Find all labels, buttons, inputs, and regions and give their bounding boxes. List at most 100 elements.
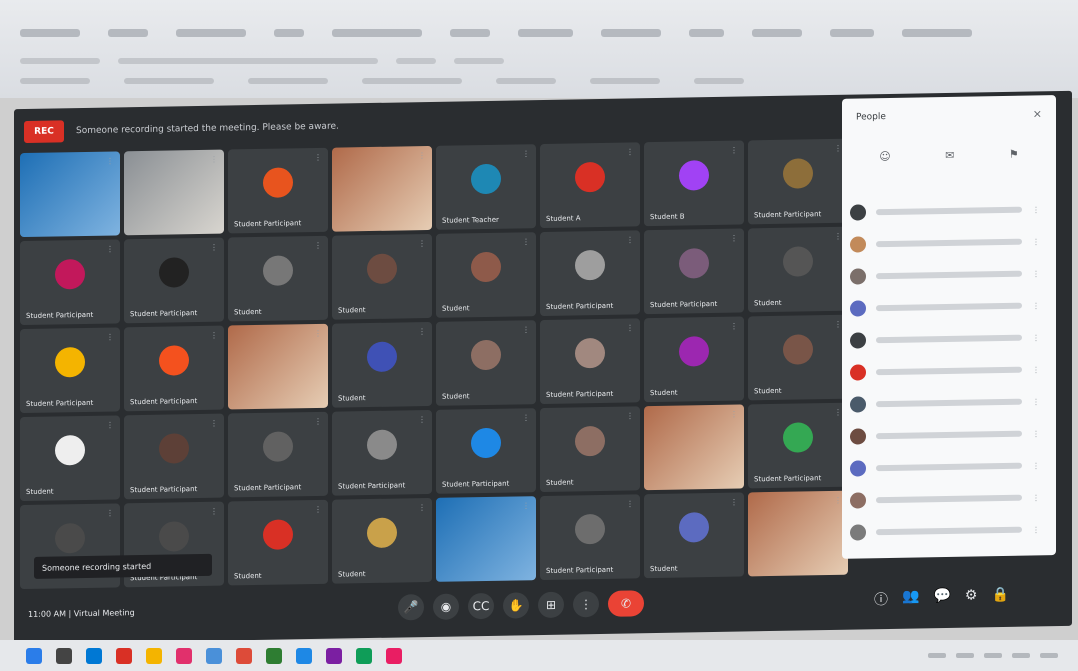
participant-row[interactable]: ⋮	[850, 321, 1048, 356]
participant-row[interactable]: ⋮	[850, 193, 1048, 228]
participant-tile[interactable]: ⋮ Student	[748, 226, 848, 313]
panel-tab[interactable]: ✉	[945, 149, 954, 162]
participant-row[interactable]: ⋮	[850, 385, 1048, 420]
more-icon[interactable]: ⋮	[1032, 397, 1040, 406]
participant-tile[interactable]: ⋮ Student Participant	[20, 239, 120, 326]
taskbar-app-icon[interactable]	[236, 647, 252, 664]
participant-row[interactable]: ⋮	[850, 225, 1048, 260]
mic-off-icon: ⋮	[210, 418, 218, 428]
present-button[interactable]: ⊞	[538, 591, 564, 619]
participant-tile[interactable]: ⋮	[644, 404, 744, 491]
participant-tile[interactable]: ⋮	[20, 151, 120, 238]
participant-tile[interactable]: ⋮	[124, 149, 224, 236]
raise-hand-button[interactable]: ✋	[503, 592, 529, 619]
taskbar-app-icon[interactable]	[146, 647, 162, 664]
participant-tile[interactable]: ⋮ Student	[436, 320, 536, 406]
participant-tile[interactable]: ⋮ Student	[540, 406, 640, 493]
host-controls-button[interactable]: 🔒	[991, 587, 1008, 607]
participant-tile[interactable]: ⋮	[228, 323, 328, 410]
taskbar-app-icon[interactable]	[86, 647, 102, 664]
taskbar-app-icon[interactable]	[326, 647, 342, 664]
avatar	[263, 254, 293, 286]
participant-name-placeholder	[876, 366, 1022, 376]
participant-row[interactable]: ⋮	[850, 353, 1048, 388]
taskbar-app-icon[interactable]	[386, 647, 402, 664]
participant-tile[interactable]: ⋮ Student Participant	[748, 138, 848, 225]
more-icon[interactable]: ⋮	[1032, 493, 1040, 502]
participant-tile[interactable]: ⋮	[748, 490, 848, 577]
participant-name: Student Participant	[130, 485, 198, 495]
taskbar-app-icon[interactable]	[296, 647, 312, 664]
participant-name-placeholder	[876, 238, 1022, 248]
participant-row[interactable]: ⋮	[850, 289, 1048, 324]
participant-tile[interactable]: ⋮ Student Participant	[124, 237, 224, 324]
system-tray	[928, 653, 1058, 658]
taskbar-app-icon[interactable]	[266, 647, 282, 664]
more-icon[interactable]: ⋮	[1032, 333, 1040, 342]
more-icon[interactable]: ⋮	[1032, 301, 1040, 310]
activities-button[interactable]: ⚙	[965, 587, 978, 607]
close-icon[interactable]: ×	[1033, 107, 1042, 120]
participant-tile[interactable]: ⋮ Student Teacher	[436, 144, 536, 230]
taskbar-app-icon[interactable]	[116, 647, 132, 664]
more-icon[interactable]: ⋮	[1032, 205, 1040, 214]
panel-tab[interactable]: ☺	[879, 150, 890, 163]
chat-button[interactable]: 💬	[933, 588, 950, 608]
participant-row[interactable]: ⋮	[850, 513, 1048, 548]
participant-tile[interactable]: ⋮	[332, 145, 432, 232]
more-icon[interactable]: ⋮	[1032, 525, 1040, 534]
participant-tile[interactable]: ⋮ Student Participant	[228, 147, 328, 234]
participant-name: Student Participant	[650, 299, 718, 310]
leave-call-button[interactable]: ✆	[608, 590, 644, 617]
participant-row[interactable]: ⋮	[850, 481, 1048, 516]
more-icon[interactable]: ⋮	[1032, 269, 1040, 278]
participant-row[interactable]: ⋮	[850, 257, 1048, 292]
participant-tile[interactable]: ⋮ Student Participant	[124, 413, 224, 500]
more-icon[interactable]: ⋮	[1032, 237, 1040, 246]
taskbar-app-icon[interactable]	[356, 647, 372, 664]
participant-tile[interactable]: ⋮ Student Participant	[332, 409, 432, 496]
mic-off-icon: ⋮	[314, 240, 322, 250]
participant-tile[interactable]: ⋮ Student	[748, 314, 848, 401]
participant-tile[interactable]: ⋮ Student B	[644, 140, 744, 227]
participant-tile[interactable]: ⋮	[436, 496, 536, 582]
captions-button[interactable]: CC	[468, 592, 494, 620]
taskbar-app-icon[interactable]	[56, 647, 72, 664]
participant-row[interactable]: ⋮	[850, 449, 1048, 484]
participant-name: Student Participant	[26, 310, 94, 321]
participant-tile[interactable]: ⋮ Student Participant	[644, 228, 744, 315]
participant-tile[interactable]: ⋮ Student	[228, 499, 328, 586]
participant-tile[interactable]: ⋮ Student Participant	[748, 402, 848, 489]
mic-off-icon: ⋮	[314, 328, 322, 338]
more-icon[interactable]: ⋮	[1032, 365, 1040, 374]
mic-button[interactable]: 🎤	[398, 594, 424, 621]
taskbar-app-icon[interactable]	[206, 647, 222, 664]
participant-tile[interactable]: ⋮ Student Participant	[124, 325, 224, 412]
taskbar-app-icon[interactable]	[176, 647, 192, 664]
participant-tile[interactable]: ⋮ Student	[332, 321, 432, 408]
participant-tile[interactable]: ⋮ Student	[20, 415, 120, 502]
participant-tile[interactable]: ⋮ Student Participant	[540, 230, 640, 317]
participant-tile[interactable]: ⋮ Student	[436, 232, 536, 318]
info-button[interactable]: ⓘ	[874, 589, 888, 609]
participant-tile[interactable]: ⋮ Student	[644, 492, 744, 579]
participant-tile[interactable]: ⋮ Student A	[540, 142, 640, 229]
more-icon[interactable]: ⋮	[1032, 429, 1040, 438]
panel-tab[interactable]: ⚑	[1009, 148, 1019, 161]
participant-tile[interactable]: ⋮ Student Participant	[436, 408, 536, 494]
participant-tile[interactable]: ⋮ Student	[644, 316, 744, 403]
camera-button[interactable]: ◉	[433, 593, 459, 620]
participant-tile[interactable]: ⋮ Student Participant	[540, 494, 640, 581]
participant-tile[interactable]: ⋮ Student Participant	[228, 411, 328, 498]
participant-tile[interactable]: ⋮ Student Participant	[540, 318, 640, 405]
participant-row[interactable]: ⋮	[850, 417, 1048, 452]
taskbar-app-icon[interactable]	[26, 647, 42, 664]
more-icon[interactable]: ⋮	[1032, 461, 1040, 470]
participant-tile[interactable]: ⋮ Student	[228, 235, 328, 322]
participant-tile[interactable]: ⋮ Student	[332, 497, 432, 584]
participant-tile[interactable]: ⋮ Student Participant	[20, 327, 120, 414]
right-controls: ⓘ 👥 💬 ⚙ 🔒	[874, 587, 1009, 609]
participant-tile[interactable]: ⋮ Student	[332, 233, 432, 320]
more-options-button[interactable]: ⋮	[573, 591, 599, 618]
people-button[interactable]: 👥	[902, 588, 919, 608]
